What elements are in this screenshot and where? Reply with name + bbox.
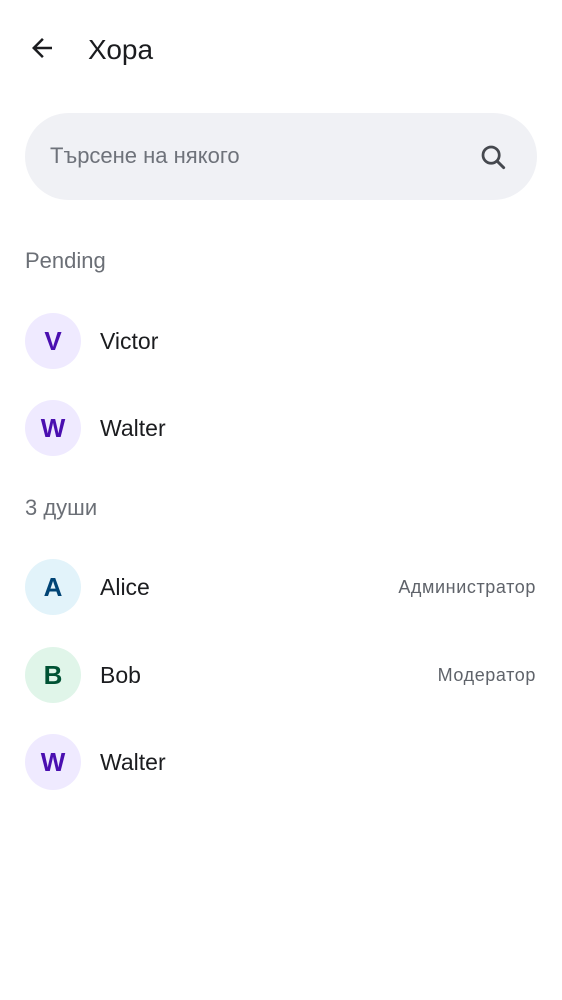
- member-name: Bob: [100, 662, 141, 688]
- avatar-initial: V: [44, 325, 62, 356]
- section-header-pending: Pending: [25, 248, 106, 273]
- avatar: W: [25, 734, 81, 790]
- avatar: A: [25, 559, 81, 615]
- avatar: V: [25, 313, 81, 369]
- search-bar[interactable]: [25, 113, 537, 200]
- member-name: Victor: [100, 328, 159, 354]
- search-input[interactable]: [50, 135, 470, 177]
- member-name: Alice: [100, 574, 150, 600]
- member-row-pending-1[interactable]: W Walter: [0, 390, 562, 466]
- role-badge: Администратор: [398, 577, 536, 597]
- avatar: W: [25, 400, 81, 456]
- member-row-1[interactable]: B Bob Модератор: [0, 637, 562, 713]
- member-name: Walter: [100, 415, 166, 441]
- avatar-initial: B: [43, 659, 63, 690]
- avatar: B: [25, 647, 81, 703]
- member-row-2[interactable]: W Walter: [0, 724, 562, 800]
- role-badge: Модератор: [437, 665, 536, 685]
- search-icon[interactable]: [477, 141, 509, 173]
- member-row-pending-0[interactable]: V Victor: [0, 303, 562, 379]
- avatar-initial: A: [43, 571, 63, 602]
- arrow-left-icon: [27, 33, 57, 68]
- member-name: Walter: [100, 749, 166, 775]
- app-bar: Хора: [0, 0, 562, 100]
- member-row-0[interactable]: A Alice Администратор: [0, 549, 562, 625]
- page-title: Хора: [88, 34, 154, 65]
- back-button[interactable]: [20, 28, 64, 72]
- section-header-members: 3 души: [25, 495, 98, 520]
- avatar-initial: W: [40, 412, 66, 443]
- avatar-initial: W: [40, 746, 66, 777]
